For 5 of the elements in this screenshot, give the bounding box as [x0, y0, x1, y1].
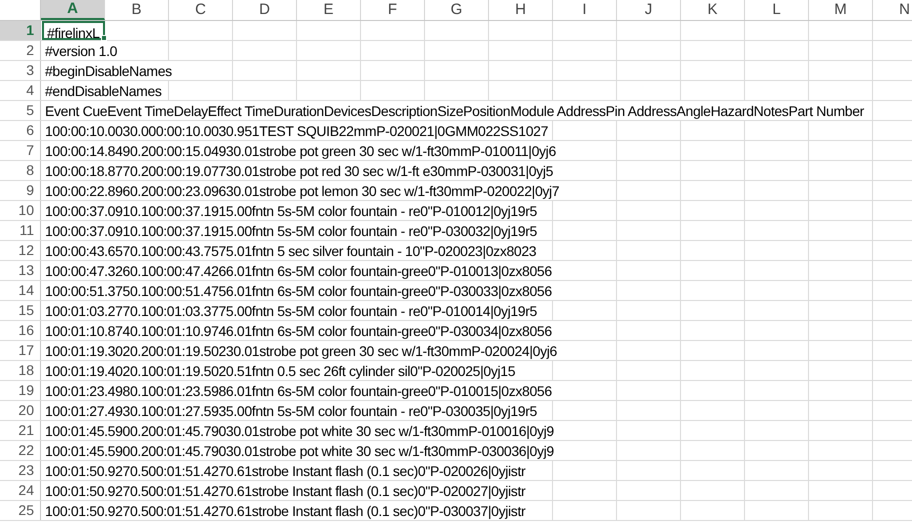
column-header[interactable]: A — [41, 0, 105, 20]
cell-text: #firelinxL — [42, 21, 105, 40]
row-header[interactable]: 1 — [0, 21, 41, 40]
cell-text: #beginDisableNames — [42, 61, 175, 80]
fill-handle-icon[interactable] — [101, 35, 107, 41]
